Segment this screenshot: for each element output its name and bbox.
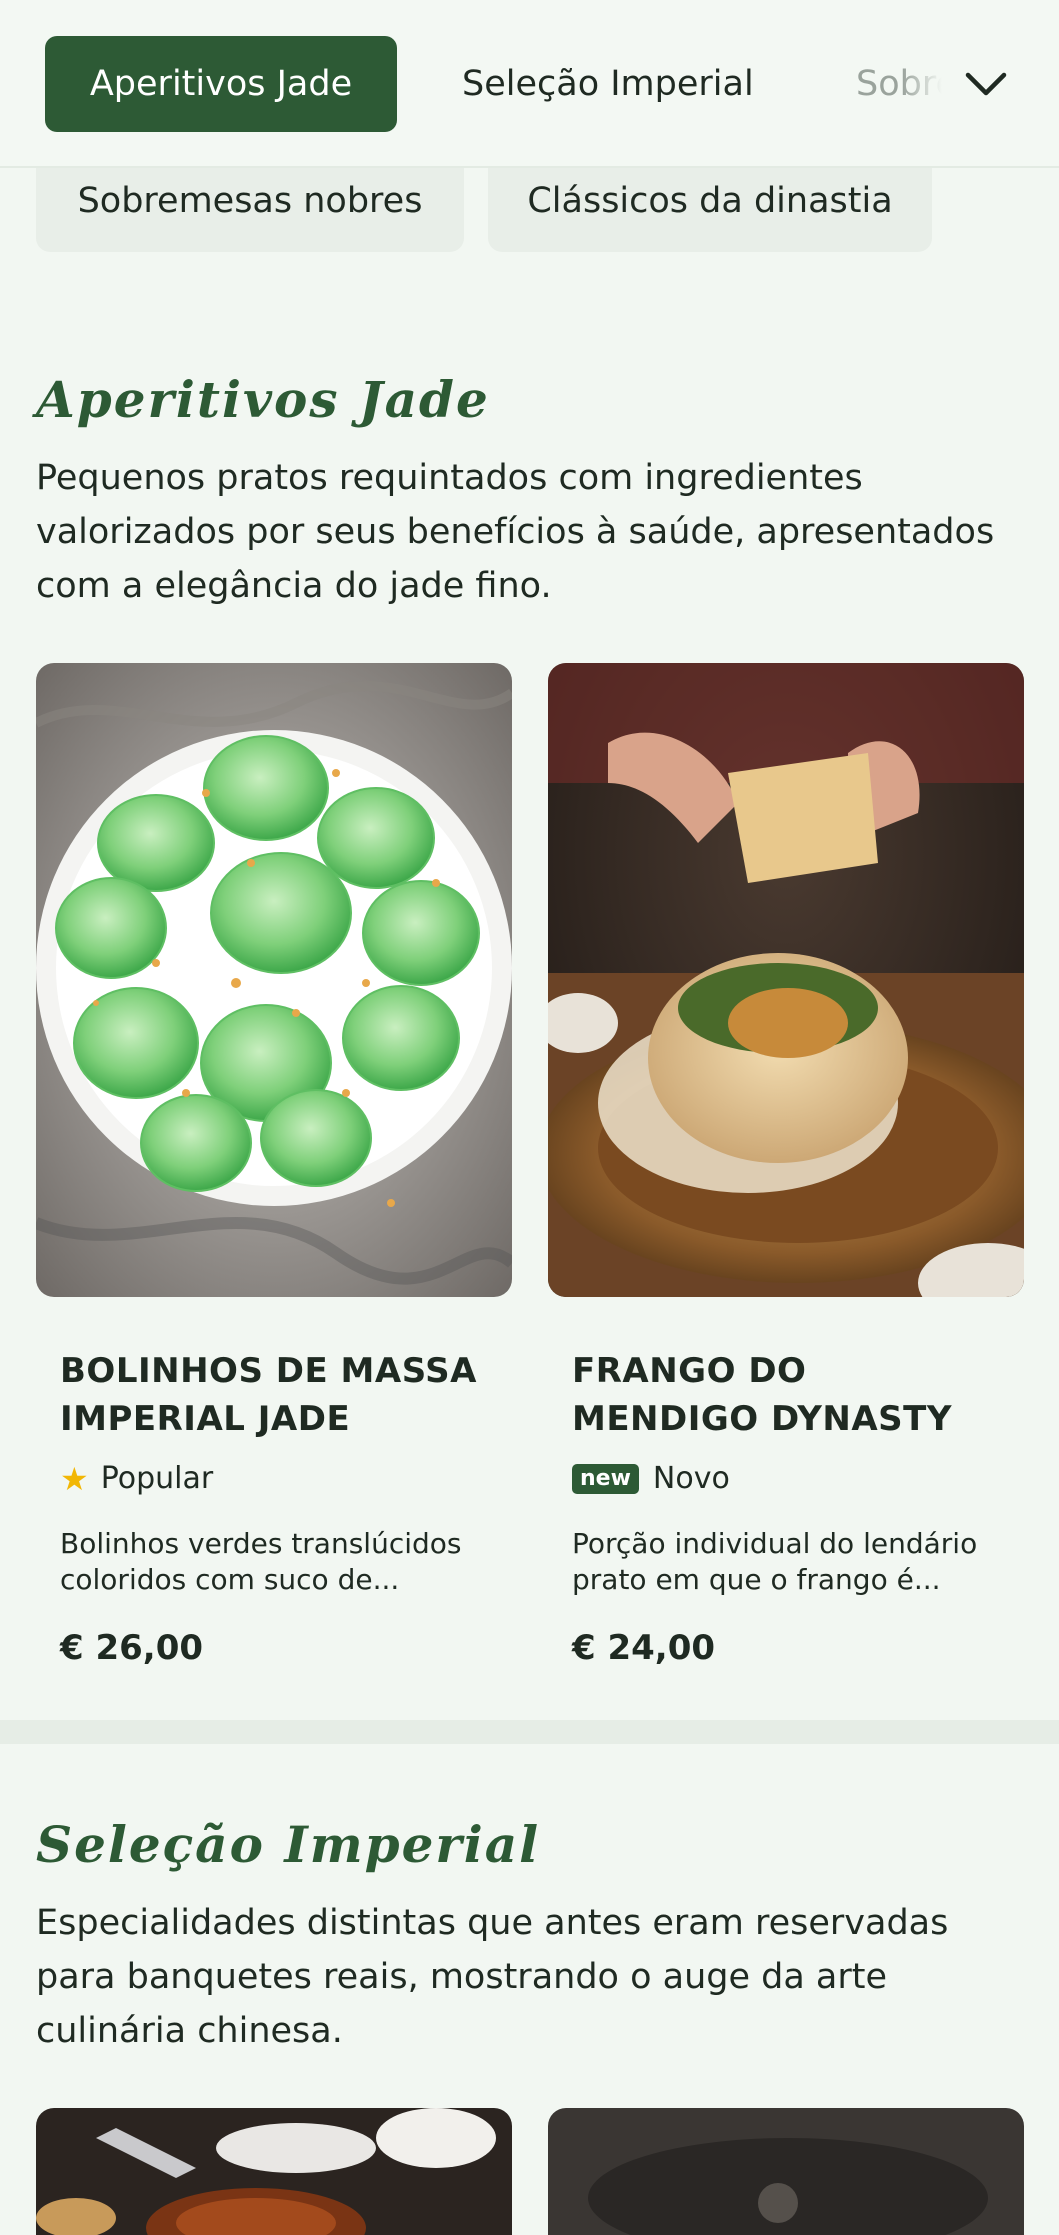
menu-item-card[interactable] bbox=[36, 2108, 512, 2235]
tab-sobremesas-nobres[interactable]: Sobremesas nobres bbox=[856, 36, 942, 132]
section-divider bbox=[0, 1720, 1059, 1744]
dish-photo bbox=[548, 2108, 1024, 2235]
dish-description: Porção individual do lendário prato em q… bbox=[572, 1527, 978, 1596]
star-icon: ★ bbox=[60, 1459, 89, 1498]
dish-price: € 24,00 bbox=[572, 1628, 716, 1668]
category-nav: Aperitivos Jade Seleção Imperial Sobreme… bbox=[0, 0, 1059, 168]
dish-price: € 26,00 bbox=[60, 1628, 204, 1668]
section-title: Seleção Imperial bbox=[36, 1815, 541, 1874]
dish-name: FRANGO DO MENDIGO DYNASTY bbox=[572, 1351, 952, 1439]
tab-aperitivos-jade[interactable]: Aperitivos Jade bbox=[45, 36, 397, 132]
dish-photo bbox=[36, 2108, 512, 2235]
dish-name: BOLINHOS DE MASSA IMPERIAL JADE bbox=[60, 1351, 477, 1439]
new-badge: new Novo bbox=[572, 1461, 1000, 1496]
popular-badge: ★ Popular bbox=[60, 1461, 488, 1496]
chevron-down-icon[interactable] bbox=[962, 60, 1010, 108]
menu-item-card[interactable] bbox=[548, 2108, 1024, 2235]
dish-description: Bolinhos verdes translúcidos coloridos c… bbox=[60, 1527, 462, 1596]
section-title: Aperitivos Jade bbox=[36, 370, 490, 429]
badge-label: Novo bbox=[652, 1461, 730, 1496]
section-description: Especialidades distintas que antes eram … bbox=[36, 1903, 949, 2051]
tab-selecao-imperial[interactable]: Seleção Imperial bbox=[462, 36, 754, 132]
menu-item-card[interactable]: FRANGO DO MENDIGO DYNASTY new Novo Porçã… bbox=[548, 663, 1024, 1668]
dish-photo bbox=[548, 663, 1024, 1297]
section-description: Pequenos pratos requintados com ingredie… bbox=[36, 458, 995, 606]
dish-photo bbox=[36, 663, 512, 1297]
badge-label: Popular bbox=[100, 1461, 214, 1496]
new-tag: new bbox=[572, 1463, 639, 1494]
menu-item-card[interactable]: BOLINHOS DE MASSA IMPERIAL JADE ★ Popula… bbox=[36, 663, 512, 1668]
